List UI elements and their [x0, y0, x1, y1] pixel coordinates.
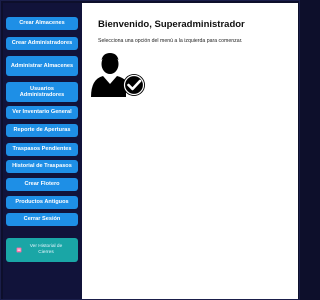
old-products-button[interactable]: Productos Antiguos: [6, 196, 78, 209]
general-inventory-button[interactable]: Ver Inventario General: [6, 106, 78, 119]
page-title: Bienvenido, Superadministrador: [98, 19, 245, 30]
transfer-history-button[interactable]: Historial de Traspasos: [6, 160, 78, 173]
history-icon: [16, 247, 22, 253]
logout-button[interactable]: Cerrar Sesión: [6, 213, 78, 226]
sidebar: Crear Almacenes Crear Administradores Ad…: [3, 3, 82, 299]
closing-history-label: Ver Historial de Cierres: [29, 244, 63, 255]
pending-transfers-button[interactable]: Traspasos Pendientes: [6, 143, 78, 156]
create-warehouses-button[interactable]: Crear Almacenes: [6, 17, 78, 30]
admin-user-check-icon: [91, 53, 145, 97]
page-subtitle: Selecciona una opción del menú a la izqu…: [98, 38, 243, 44]
main-content: Bienvenido, Superadministrador Seleccion…: [82, 3, 298, 299]
create-admins-button[interactable]: Crear Administradores: [6, 37, 78, 50]
manage-warehouses-button[interactable]: Administrar Almacenes: [6, 56, 78, 76]
closing-history-button[interactable]: Ver Historial de Cierres: [6, 238, 78, 262]
create-flotero-button[interactable]: Crear Flotero: [6, 178, 78, 191]
admin-users-button[interactable]: Usuarios Administradores: [6, 82, 78, 102]
openings-report-button[interactable]: Reporte de Aperturas: [6, 124, 78, 137]
app-window: Crear Almacenes Crear Administradores Ad…: [0, 0, 300, 300]
